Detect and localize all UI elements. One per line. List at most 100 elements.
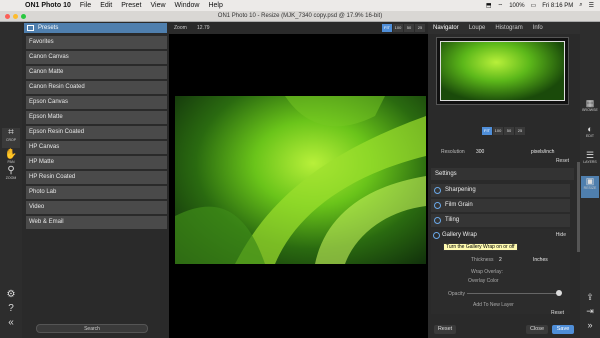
- preset-item[interactable]: Canon Matte: [26, 66, 167, 79]
- opacity-slider-handle[interactable]: [556, 290, 562, 296]
- thickness-input[interactable]: 2: [499, 257, 502, 263]
- module-resize[interactable]: ▣ RESIZE: [581, 176, 599, 198]
- menu-view[interactable]: View: [150, 2, 165, 9]
- zoom-tool[interactable]: ⚲ ZOOM: [2, 166, 20, 186]
- magnifier-icon: ⚲: [7, 165, 15, 176]
- tiling-option[interactable]: Tiling: [431, 214, 570, 227]
- export-button[interactable]: ⇥: [581, 306, 599, 318]
- preset-item[interactable]: Epson Canvas: [26, 96, 167, 109]
- module-browse-label: BROWSE: [582, 108, 598, 112]
- preset-item[interactable]: Video: [26, 201, 167, 214]
- export-icon: ⇥: [586, 306, 594, 316]
- gallery-wrap-reset-button[interactable]: Reset: [551, 310, 564, 316]
- gallery-wrap-toggle[interactable]: [433, 232, 440, 239]
- reset-button[interactable]: Reset: [434, 325, 456, 334]
- module-edit[interactable]: ◐ EDIT: [581, 124, 599, 146]
- collapse-right-button[interactable]: »: [581, 320, 599, 332]
- preset-item[interactable]: Canon Canvas: [26, 51, 167, 64]
- wifi-icon[interactable]: ⌔: [498, 2, 504, 10]
- layers-icon: ☰: [585, 150, 595, 160]
- settings-button[interactable]: ⚙: [2, 290, 20, 302]
- sharpening-toggle[interactable]: [434, 187, 441, 194]
- tiling-toggle[interactable]: [434, 217, 441, 224]
- collapse-left-button[interactable]: «: [2, 318, 20, 330]
- save-button[interactable]: Save: [552, 325, 574, 334]
- navigator-preview[interactable]: [436, 37, 569, 105]
- nav-zoom-50-button[interactable]: 50: [504, 127, 514, 135]
- leaf-photo[interactable]: [175, 96, 426, 264]
- battery-icon[interactable]: ▭: [531, 2, 537, 9]
- module-layers[interactable]: ☰ LAYERS: [581, 150, 599, 172]
- menu-preset[interactable]: Preset: [121, 2, 141, 9]
- opacity-label: Opacity: [448, 291, 465, 297]
- zoom-value[interactable]: 12.79: [197, 25, 210, 31]
- add-to-new-layer-checkbox[interactable]: Add To New Layer: [473, 302, 514, 308]
- preset-item[interactable]: Canon Resin Coated: [26, 81, 167, 94]
- nav-zoom-25-button[interactable]: 25: [515, 127, 525, 135]
- nav-zoom-100-button[interactable]: 100: [493, 127, 503, 135]
- close-button[interactable]: Close: [526, 325, 548, 334]
- preset-item[interactable]: Favorites: [26, 36, 167, 49]
- preset-item[interactable]: Epson Resin Coated: [26, 126, 167, 139]
- sharpening-label: Sharpening: [445, 187, 476, 193]
- tab-loupe[interactable]: Loupe: [464, 22, 491, 34]
- zoom-fit-button[interactable]: FIT: [382, 24, 392, 32]
- window-titlebar: ON1 Photo 10 - Resize (MJK_7340 copy.psd…: [0, 11, 600, 22]
- zoom-window-button[interactable]: [21, 14, 26, 19]
- dropbox-icon[interactable]: ⬒: [486, 2, 492, 9]
- tab-navigator[interactable]: Navigator: [428, 22, 464, 34]
- menu-app-name[interactable]: ON1 Photo 10: [25, 2, 71, 9]
- preset-item[interactable]: HP Canvas: [26, 141, 167, 154]
- menu-list-icon[interactable]: ☰: [589, 2, 594, 9]
- menu-window[interactable]: Window: [175, 2, 200, 9]
- share-button[interactable]: ⇪: [581, 292, 599, 304]
- presets-title: Presets: [38, 25, 59, 31]
- nav-zoom-fit-button[interactable]: FIT: [482, 127, 492, 135]
- menu-file[interactable]: File: [80, 2, 91, 9]
- film-grain-option[interactable]: Film Grain: [431, 199, 570, 212]
- preset-item[interactable]: Photo Lab: [26, 186, 167, 199]
- menu-help[interactable]: Help: [208, 2, 222, 9]
- module-layers-label: LAYERS: [583, 160, 597, 164]
- zoom-25-button[interactable]: 25: [415, 24, 425, 32]
- gallery-wrap-section: Gallery Wrap Hide Turn the Gallery Wrap …: [431, 229, 570, 316]
- help-button[interactable]: ?: [2, 304, 20, 316]
- crop-tool[interactable]: ⌗ CROP: [2, 128, 20, 148]
- close-window-button[interactable]: [5, 14, 10, 19]
- module-browse[interactable]: ▦ BROWSE: [581, 98, 599, 120]
- presets-header[interactable]: Presets: [24, 23, 167, 33]
- preset-item[interactable]: HP Resin Coated: [26, 171, 167, 184]
- preset-list: Favorites Canon Canvas Canon Matte Canon…: [26, 36, 167, 231]
- crop-tool-label: CROP: [5, 138, 17, 142]
- resolution-reset-button[interactable]: Reset: [556, 158, 569, 164]
- tab-histogram[interactable]: Histogram: [490, 22, 527, 34]
- zoom-100-button[interactable]: 100: [393, 24, 403, 32]
- search-icon[interactable]: ⌕: [579, 2, 582, 9]
- left-toolbar: ⌗ CROP ✋ PAN ⚲ ZOOM ⚙ ? «: [0, 22, 22, 338]
- overlay-color-label: Overlay Color: [468, 278, 499, 284]
- share-icon: ⇪: [586, 292, 594, 302]
- search-button[interactable]: Search: [36, 324, 148, 333]
- viewer-toolbar: Zoom 12.79 FIT 100 50 25: [169, 22, 428, 34]
- tab-info[interactable]: Info: [528, 22, 548, 34]
- resolution-input[interactable]: 300: [476, 149, 484, 155]
- zoom-50-button[interactable]: 50: [404, 24, 414, 32]
- mac-menubar: ON1 Photo 10 File Edit Preset View Windo…: [0, 0, 600, 11]
- settings-header[interactable]: Settings: [431, 168, 574, 180]
- wrap-overlay-label: Wrap Overlay:: [471, 269, 503, 275]
- menu-edit[interactable]: Edit: [100, 2, 112, 9]
- preset-item[interactable]: Epson Matte: [26, 111, 167, 124]
- preset-item[interactable]: Web & Email: [26, 216, 167, 229]
- resolution-unit-select[interactable]: pixels/inch: [531, 149, 554, 155]
- resize-icon: ▣: [585, 176, 595, 186]
- resolution-row: Resolution 300 pixels/inch Reset: [431, 147, 574, 165]
- preset-item[interactable]: HP Matte: [26, 156, 167, 169]
- film-grain-toggle[interactable]: [434, 202, 441, 209]
- minimize-window-button[interactable]: [13, 14, 18, 19]
- opacity-slider[interactable]: [467, 293, 561, 294]
- sharpening-option[interactable]: Sharpening: [431, 184, 570, 197]
- thickness-unit-select[interactable]: Inches: [533, 257, 548, 263]
- gallery-wrap-hide-button[interactable]: Hide: [556, 232, 566, 238]
- collapse-right-icon: »: [587, 320, 593, 330]
- menubar-clock[interactable]: Fri 8:16 PM: [542, 3, 573, 9]
